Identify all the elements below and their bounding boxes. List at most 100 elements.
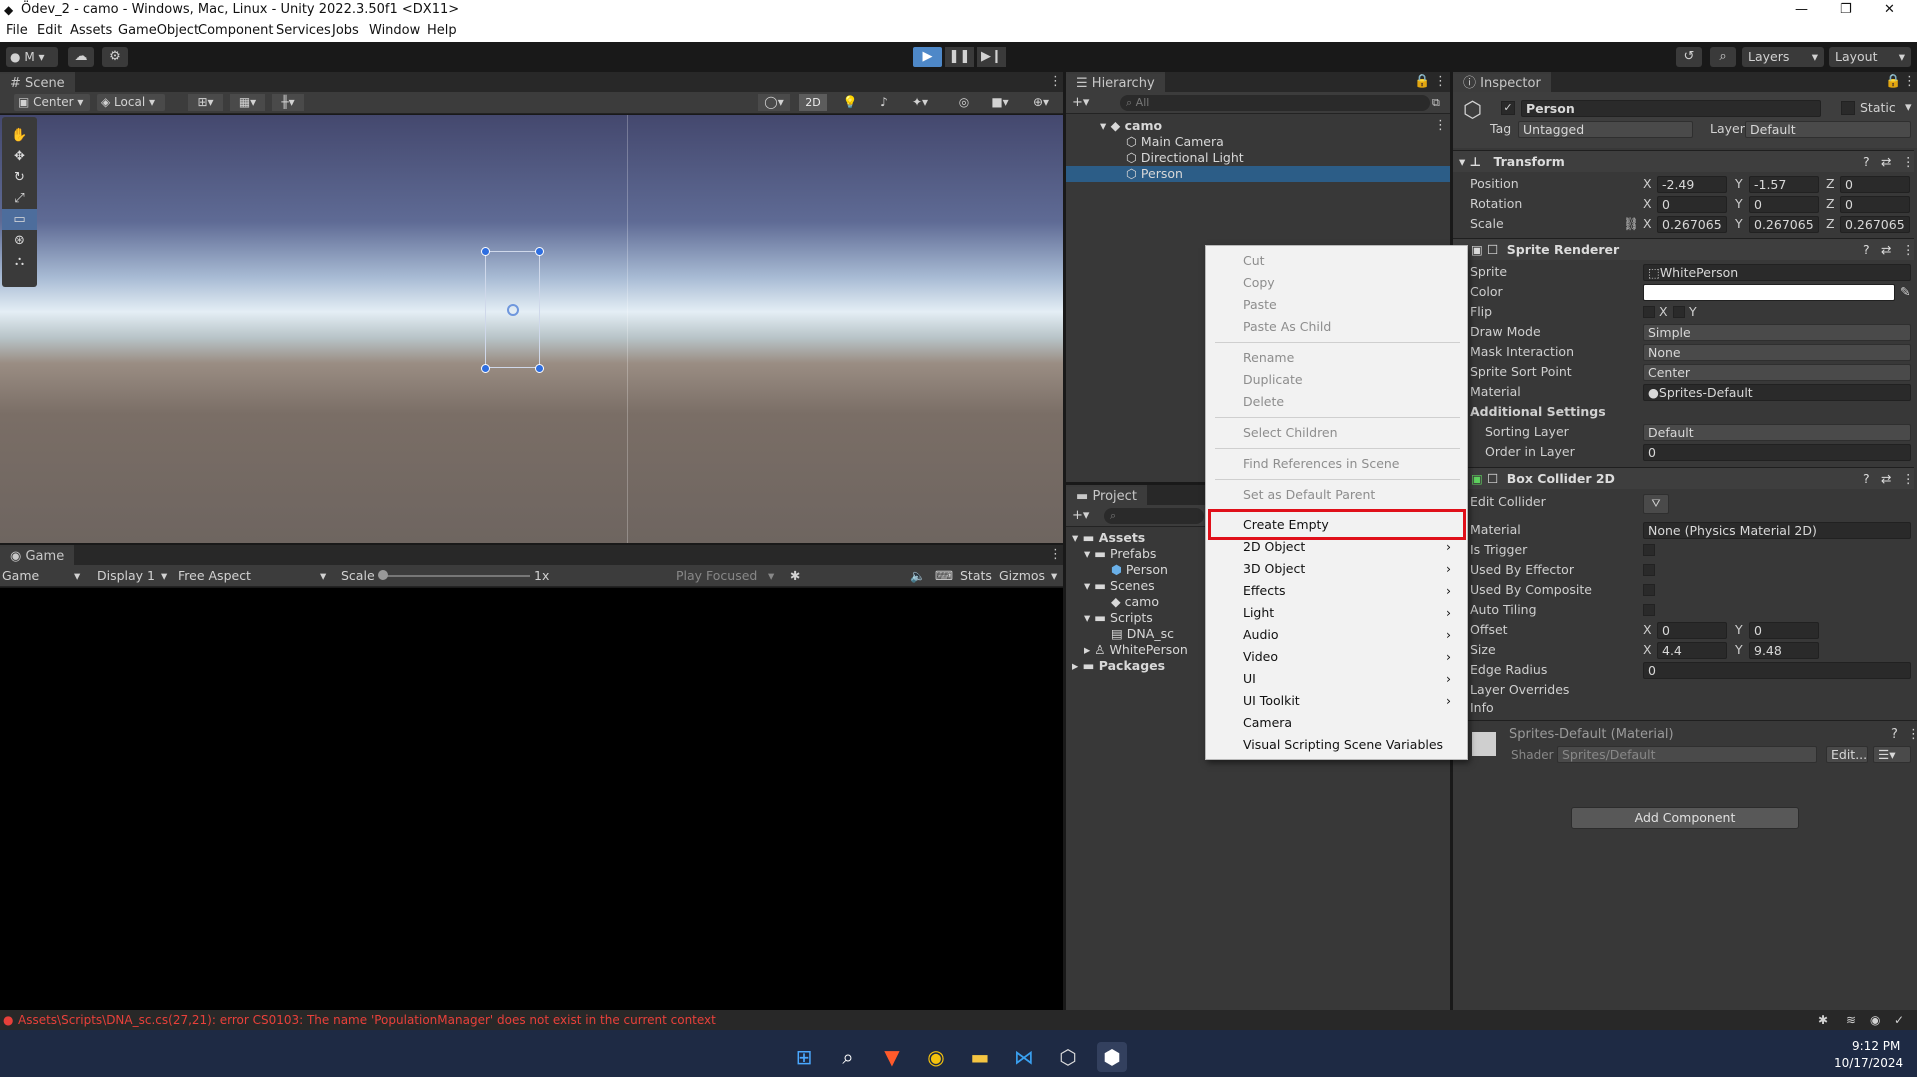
- search-icon[interactable]: ⌕: [1710, 47, 1736, 67]
- rect-handle[interactable]: [481, 364, 490, 373]
- shader-options-button[interactable]: ☰▾: [1873, 746, 1911, 763]
- edit-collider-button[interactable]: ⛛: [1643, 494, 1669, 514]
- physics-material-field[interactable]: None (Physics Material 2D): [1643, 522, 1911, 539]
- search-icon[interactable]: ⌕: [833, 1042, 863, 1072]
- position-x-field[interactable]: -2.49: [1657, 176, 1727, 193]
- layer-dropdown[interactable]: Default: [1745, 121, 1911, 138]
- box-collider-header[interactable]: ▣ ☐ Box Collider 2D ? ⇄ ⋮: [1453, 467, 1915, 490]
- menu-item-cut[interactable]: Cut: [1243, 250, 1265, 272]
- gizmos-dropdown[interactable]: Gizmos ▾: [999, 565, 1057, 587]
- console-error-message[interactable]: Assets\Scripts\DNA_sc.cs(27,21): error C…: [18, 1010, 716, 1030]
- flip-y-checkbox[interactable]: [1673, 306, 1685, 318]
- help-icon[interactable]: ?: [1863, 151, 1870, 173]
- windows-start-icon[interactable]: ⊞: [789, 1042, 819, 1072]
- flip-x-checkbox[interactable]: [1643, 306, 1655, 318]
- tab-hierarchy[interactable]: ☰ Hierarchy: [1066, 72, 1165, 92]
- project-tree-scenes[interactable]: ▾ ▬ Scenes: [1084, 578, 1155, 594]
- offset-y-field[interactable]: 0: [1749, 622, 1819, 639]
- collab-button[interactable]: ⚙: [102, 47, 128, 67]
- game-viewport[interactable]: [0, 588, 1063, 1010]
- rotation-y-field[interactable]: 0: [1749, 196, 1819, 213]
- project-tree-assets[interactable]: ▾ ▬ Assets: [1072, 530, 1145, 546]
- menu-jobs[interactable]: Jobs: [332, 20, 359, 42]
- scene-viewport[interactable]: ✋ ✥ ↻ ⤢ ▭ ⊛ ⛬: [0, 115, 1063, 543]
- size-x-field[interactable]: 4.4: [1657, 642, 1727, 659]
- menu-item-visual-scripting-vars[interactable]: Visual Scripting Scene Variables: [1243, 734, 1443, 756]
- menu-item-ui-toolkit[interactable]: UI Toolkit: [1243, 690, 1300, 712]
- add-icon[interactable]: +▾: [1072, 92, 1089, 114]
- more-icon[interactable]: ⋮: [1907, 727, 1917, 742]
- position-z-field[interactable]: 0: [1840, 176, 1910, 193]
- toggle-2d-button[interactable]: 2D: [799, 94, 827, 111]
- sprite-field[interactable]: ⬚WhitePerson: [1643, 264, 1911, 281]
- menu-item-ui[interactable]: UI: [1243, 668, 1256, 690]
- sorting-layer-dropdown[interactable]: Default: [1643, 424, 1911, 441]
- draw-mode-button[interactable]: ◯▾: [758, 94, 790, 111]
- shader-edit-button[interactable]: Edit...: [1826, 746, 1868, 763]
- audio-icon[interactable]: ♪: [872, 94, 896, 111]
- menu-assets[interactable]: Assets: [70, 20, 112, 42]
- menu-gameobject[interactable]: GameObject: [118, 20, 199, 42]
- history-icon[interactable]: ↺: [1676, 47, 1702, 67]
- file-explorer-icon[interactable]: ▬: [965, 1042, 995, 1072]
- check-icon[interactable]: ✓: [1894, 1010, 1904, 1030]
- menu-item-effects[interactable]: Effects: [1243, 580, 1286, 602]
- project-tree-whiteperson[interactable]: ▸ ♙ WhitePerson: [1084, 642, 1188, 658]
- more-icon[interactable]: ⋮: [1434, 118, 1447, 133]
- project-tree-packages[interactable]: ▸ ▬ Packages: [1072, 658, 1165, 674]
- menu-item-camera[interactable]: Camera: [1243, 712, 1292, 734]
- play-button[interactable]: ▶: [913, 47, 942, 67]
- space-dropdown[interactable]: ◈ Local ▾: [97, 94, 165, 111]
- enabled-checkbox[interactable]: ☐: [1487, 471, 1498, 486]
- lock-icon[interactable]: 🔒: [1885, 72, 1901, 92]
- menu-component[interactable]: Component: [198, 20, 273, 42]
- hierarchy-item-person[interactable]: ⬡ Person: [1066, 166, 1450, 182]
- hierarchy-item-directional-light[interactable]: ⬡ Directional Light: [1126, 150, 1244, 166]
- increment-snap-button[interactable]: ╫▾: [272, 94, 304, 111]
- more-icon[interactable]: ⋮: [1434, 72, 1447, 92]
- chrome-icon[interactable]: ◉: [921, 1042, 951, 1072]
- rotate-tool-icon[interactable]: ↻: [2, 167, 37, 188]
- menu-item-rename[interactable]: Rename: [1243, 347, 1294, 369]
- size-y-field[interactable]: 9.48: [1749, 642, 1819, 659]
- lighting-icon[interactable]: 💡: [838, 94, 862, 111]
- brave-browser-icon[interactable]: ▼: [877, 1042, 907, 1072]
- chevron-down-icon[interactable]: ▾: [1905, 100, 1912, 115]
- position-y-field[interactable]: -1.57: [1749, 176, 1819, 193]
- keyboard-icon[interactable]: ⌨: [935, 565, 953, 587]
- pause-button[interactable]: ❚❚: [945, 47, 974, 67]
- menu-item-audio[interactable]: Audio: [1243, 624, 1279, 646]
- info-row[interactable]: Info: [1453, 698, 1914, 718]
- aspect-dropdown[interactable]: Free Aspect ▾: [178, 565, 333, 587]
- more-icon[interactable]: ⋮: [1049, 545, 1062, 565]
- draw-mode-dropdown[interactable]: Simple: [1643, 324, 1911, 341]
- tab-inspector[interactable]: ⓘ Inspector: [1453, 72, 1551, 92]
- menu-item-delete[interactable]: Delete: [1243, 391, 1284, 413]
- material-title[interactable]: Sprites-Default (Material): [1509, 727, 1674, 742]
- rect-handle[interactable]: [481, 247, 490, 256]
- hand-tool-icon[interactable]: ✋: [2, 125, 37, 146]
- scene-visibility-icon[interactable]: ⧉: [1432, 92, 1440, 114]
- scene-root[interactable]: ▾ ◆ camo: [1100, 118, 1162, 134]
- more-icon[interactable]: ⋮: [1049, 72, 1062, 92]
- play-focused-dropdown[interactable]: Play Focused ▾: [676, 565, 774, 587]
- clock-date[interactable]: 10/17/2024: [1834, 1056, 1903, 1070]
- scale-z-field[interactable]: 0.267065: [1840, 216, 1910, 233]
- transform-tool-icon[interactable]: ⊛: [2, 230, 37, 251]
- lock-icon[interactable]: 🔒: [1414, 72, 1430, 92]
- menu-item-2d-object[interactable]: 2D Object: [1243, 536, 1305, 558]
- preset-icon[interactable]: ⇄: [1881, 468, 1891, 490]
- active-checkbox[interactable]: ✓: [1501, 101, 1515, 115]
- cloud-button[interactable]: ☁: [68, 47, 94, 67]
- scale-tool-icon[interactable]: ⤢: [2, 188, 37, 209]
- menu-help[interactable]: Help: [427, 20, 457, 42]
- tag-dropdown[interactable]: Untagged: [1518, 121, 1693, 138]
- menu-item-copy[interactable]: Copy: [1243, 272, 1275, 294]
- project-tree-dna-script[interactable]: ▤ DNA_sc: [1111, 626, 1174, 642]
- grid-snap-button[interactable]: ▦▾: [230, 94, 265, 111]
- snap-button[interactable]: ⊞▾: [188, 94, 223, 111]
- static-checkbox[interactable]: [1841, 101, 1855, 115]
- vscode-icon[interactable]: ⋈: [1009, 1042, 1039, 1072]
- is-trigger-checkbox[interactable]: [1643, 544, 1655, 556]
- menu-item-paste-as-child[interactable]: Paste As Child: [1243, 316, 1331, 338]
